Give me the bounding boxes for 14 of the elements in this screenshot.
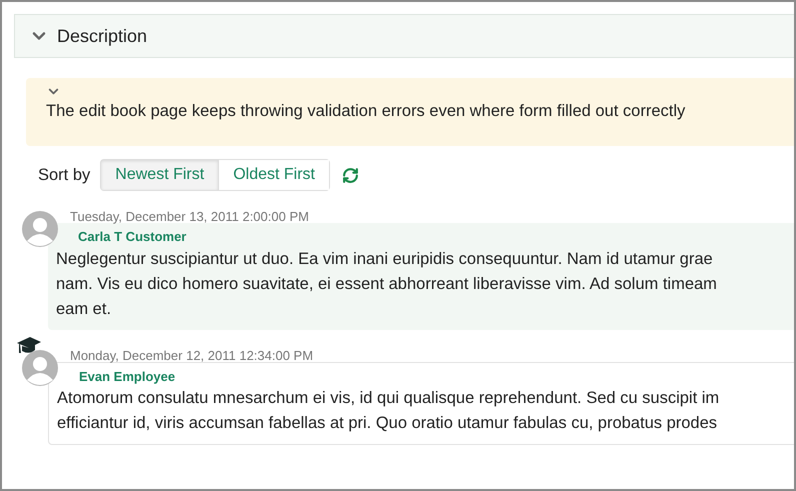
comment-date: Monday, December 12, 2011 12:34:00 PM [70,346,314,365]
section-title: Description [57,24,148,48]
sort-option[interactable]: Newest First [101,160,218,190]
comment-text: Atomorum consulatu mnesarchum ei vis, id qui qualisque reprehendunt. Sed cu suscipit im efficiantur id, viris accumsan fabellas at pri. Quo oratio utamur fabulas cu, probatus prodes [57,388,720,434]
sort-label: Sort by [38,164,90,186]
comment-date: Tuesday, December 13, 2011 2:00:00 PM [70,208,309,226]
avatar-icon [22,211,58,247]
sort-option[interactable]: Oldest First [218,160,329,190]
refresh-icon[interactable] [342,166,359,184]
comment-author: Evan Employee [79,368,176,386]
comment-author: Carla T Customer [78,228,188,246]
comment-text: Neglegentur suscipiantur ut duo. Ea vim inani euripidis consequuntur. Nam id utamur grae nam. Vis eu dico homero suavitate, ei essent abhorreant liberavisse vim. Ad solum timeam eam et. [56,248,718,320]
description-text: The edit book page keeps throwing validation errors even where form filled out correctly [46,101,686,122]
section-header[interactable]: Description [14,14,794,58]
